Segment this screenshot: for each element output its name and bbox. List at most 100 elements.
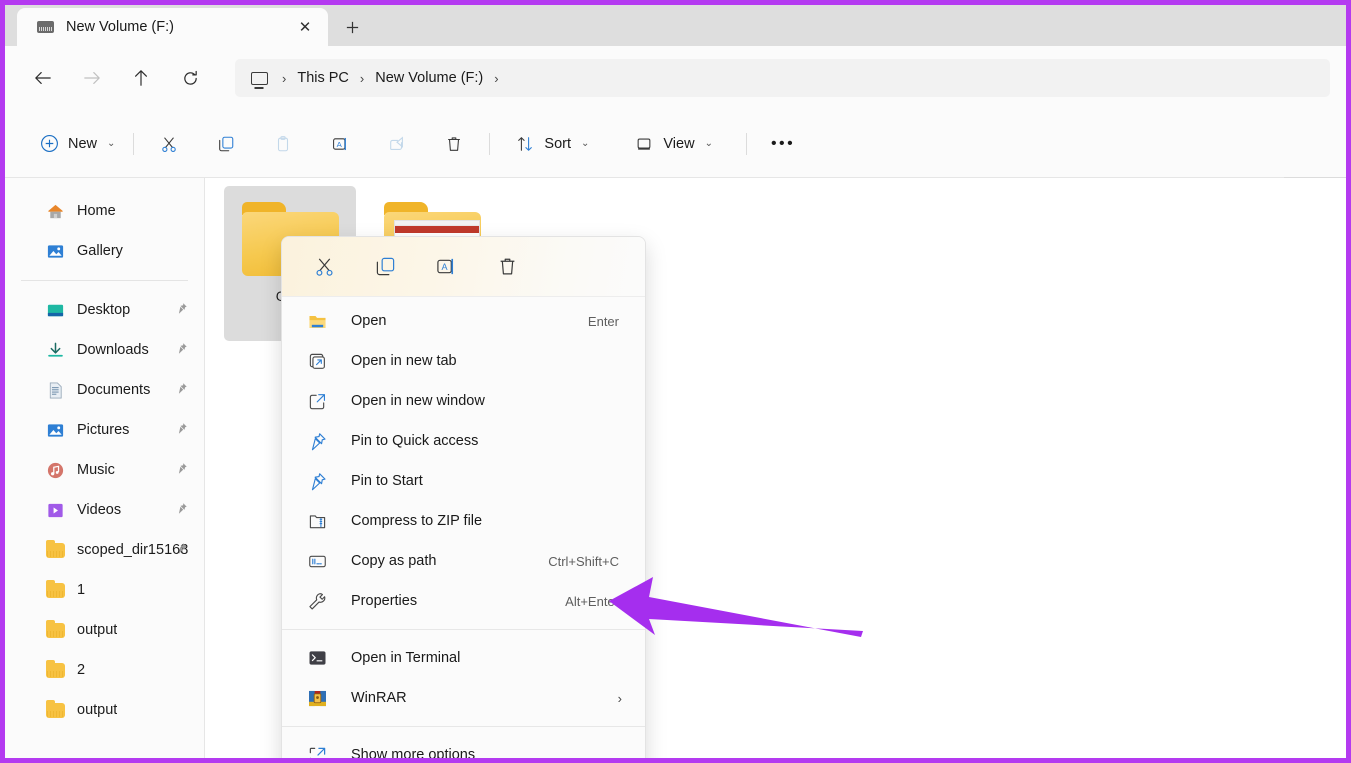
plus-circle-icon bbox=[38, 133, 60, 155]
copy-icon bbox=[376, 257, 394, 276]
pin-icon[interactable] bbox=[175, 302, 188, 318]
menu-item-label: Open in new window bbox=[351, 393, 485, 409]
drive-icon bbox=[35, 19, 55, 35]
close-icon[interactable]: ✕ bbox=[292, 14, 318, 40]
menu-item-compress-to-zip[interactable]: Compress to ZIP file bbox=[286, 501, 641, 541]
menu-item-winrar[interactable]: WinRAR › bbox=[286, 678, 641, 718]
folder-icon bbox=[45, 699, 66, 721]
zip-icon bbox=[307, 511, 327, 531]
menu-item-open-in-terminal[interactable]: Open in Terminal bbox=[286, 638, 641, 678]
trash-icon bbox=[500, 258, 514, 275]
sidebar-item-label: scoped_dir15168 bbox=[77, 542, 189, 558]
back-arrow-icon bbox=[35, 72, 51, 84]
sidebar-item-music[interactable]: Music bbox=[12, 450, 197, 490]
forward-button[interactable] bbox=[74, 60, 110, 96]
back-button[interactable] bbox=[25, 60, 61, 96]
this-pc-monitor-icon[interactable] bbox=[247, 66, 271, 90]
breadcrumb[interactable]: › This PC › New Volume (F:) › bbox=[235, 59, 1330, 97]
menu-item-properties[interactable]: Properties Alt+Enter bbox=[286, 581, 641, 621]
chevron-right-icon: › bbox=[617, 690, 622, 706]
menu-item-copy-as-path[interactable]: Copy as path Ctrl+Shift+C bbox=[286, 541, 641, 581]
copy-button[interactable] bbox=[360, 246, 410, 288]
chevron-down-icon: ⌄ bbox=[581, 138, 590, 149]
sidebar-divider bbox=[21, 280, 188, 281]
menu-item-label: Open bbox=[351, 313, 387, 329]
sidebar-item-label: 1 bbox=[77, 582, 86, 598]
sidebar-item-gallery[interactable]: Gallery bbox=[12, 231, 197, 271]
menu-item-open-in-new-window[interactable]: Open in new window bbox=[286, 381, 641, 421]
folder-icon bbox=[45, 659, 66, 681]
menu-item-pin-to-start[interactable]: Pin to Start bbox=[286, 461, 641, 501]
sidebar-item-documents[interactable]: Documents bbox=[12, 370, 197, 410]
sidebar-item-2[interactable]: 2 bbox=[12, 650, 197, 690]
sidebar-item-home[interactable]: Home bbox=[12, 191, 197, 231]
pin-icon[interactable] bbox=[175, 342, 188, 358]
winrar-icon bbox=[307, 688, 327, 708]
menu-item-open-in-new-tab[interactable]: Open in new tab bbox=[286, 341, 641, 381]
sidebar-item-videos[interactable]: Videos bbox=[12, 490, 197, 530]
sidebar-item-label: Music bbox=[77, 462, 115, 478]
share-button[interactable] bbox=[377, 126, 417, 162]
sidebar-item-downloads[interactable]: Downloads bbox=[12, 330, 197, 370]
pin-icon[interactable] bbox=[175, 382, 188, 398]
sidebar-item-label: Pictures bbox=[77, 422, 130, 438]
tab-new-volume-f[interactable]: New Volume (F:) ✕ bbox=[17, 8, 328, 46]
breadcrumb-item-this-pc[interactable]: This PC bbox=[297, 70, 349, 86]
breadcrumb-separator-2[interactable]: › bbox=[483, 71, 509, 86]
chevron-down-icon: ⌄ bbox=[107, 138, 116, 149]
sidebar-item-output-2[interactable]: output bbox=[12, 690, 197, 730]
menu-item-label: Open in new tab bbox=[351, 353, 457, 369]
tab-strip: New Volume (F:) ✕ bbox=[5, 5, 1346, 46]
pin-icon[interactable] bbox=[175, 422, 188, 438]
menu-item-accelerator: Alt+Enter bbox=[565, 593, 619, 609]
context-menu-group-1: Open Enter Open in new tab Open in new w… bbox=[282, 297, 645, 625]
new-button[interactable]: New ⌄ bbox=[29, 126, 124, 162]
pin-icon[interactable] bbox=[175, 542, 188, 558]
rename-button[interactable]: A bbox=[421, 246, 471, 288]
toolbar-divider-2 bbox=[489, 132, 491, 155]
copy-path-icon bbox=[307, 551, 327, 571]
paste-button[interactable] bbox=[263, 126, 303, 162]
cut-button[interactable] bbox=[149, 126, 189, 162]
pin-icon[interactable] bbox=[175, 502, 188, 518]
sidebar-item-label: output bbox=[77, 702, 118, 718]
pin-icon[interactable] bbox=[175, 462, 188, 478]
refresh-button[interactable] bbox=[172, 60, 208, 96]
sidebar-item-output-1[interactable]: output bbox=[12, 610, 197, 650]
cut-button[interactable] bbox=[299, 246, 349, 288]
sidebar-item-pictures[interactable]: Pictures bbox=[12, 410, 197, 450]
view-icon bbox=[633, 133, 655, 155]
terminal-icon bbox=[307, 648, 327, 668]
see-more-button[interactable]: ••• bbox=[762, 126, 804, 162]
context-menu-group-2: Open in Terminal WinRAR › bbox=[282, 634, 645, 722]
view-button[interactable]: View ⌄ bbox=[624, 126, 722, 162]
copy-button[interactable] bbox=[206, 126, 246, 162]
download-icon bbox=[45, 340, 66, 361]
sidebar-item-label: Desktop bbox=[77, 302, 131, 318]
context-menu: A Open Enter Open in new tab Open in new… bbox=[281, 236, 646, 758]
delete-button[interactable] bbox=[482, 246, 532, 288]
context-menu-divider-2 bbox=[282, 726, 645, 727]
new-tab-button[interactable] bbox=[332, 10, 372, 44]
sidebar-item-desktop[interactable]: Desktop bbox=[12, 290, 197, 330]
menu-item-label: Pin to Start bbox=[351, 473, 423, 489]
sort-button[interactable]: Sort ⌄ bbox=[505, 126, 598, 162]
videos-icon bbox=[45, 500, 66, 521]
menu-item-open[interactable]: Open Enter bbox=[286, 301, 641, 341]
sidebar-item-scoped-dir[interactable]: scoped_dir15168 bbox=[12, 530, 197, 570]
context-menu-group-3: Show more options bbox=[282, 731, 645, 758]
context-menu-action-bar: A bbox=[282, 237, 645, 297]
menu-item-pin-to-quick-access[interactable]: Pin to Quick access bbox=[286, 421, 641, 461]
pictures-icon bbox=[45, 420, 66, 441]
sidebar-item-1[interactable]: 1 bbox=[12, 570, 197, 610]
delete-button[interactable] bbox=[434, 126, 474, 162]
breadcrumb-item-new-volume-f[interactable]: New Volume (F:) bbox=[375, 70, 483, 86]
pin-icon bbox=[307, 431, 327, 451]
open-folder-icon bbox=[307, 311, 327, 331]
trash-icon bbox=[443, 133, 465, 155]
more-options-icon bbox=[307, 745, 327, 758]
rename-button[interactable]: A bbox=[320, 126, 360, 162]
sidebar-item-label: Documents bbox=[77, 382, 151, 398]
up-button[interactable] bbox=[123, 60, 159, 96]
menu-item-show-more-options[interactable]: Show more options bbox=[286, 735, 641, 758]
